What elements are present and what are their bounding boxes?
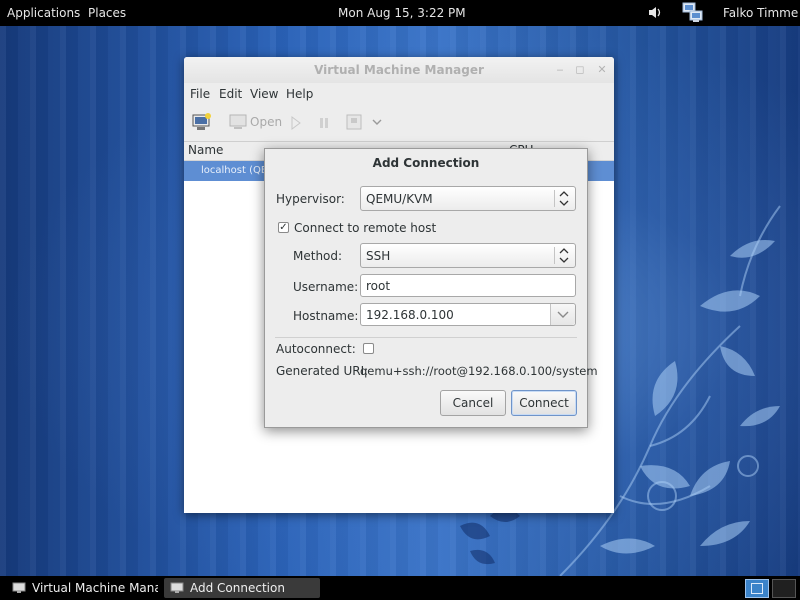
volume-icon[interactable] (648, 6, 662, 19)
menubar: File Edit View Help (184, 83, 614, 105)
connect-button[interactable]: Connect (511, 390, 577, 416)
cancel-button[interactable]: Cancel (440, 390, 506, 416)
pause-icon[interactable] (318, 116, 330, 130)
column-name[interactable]: Name (188, 143, 223, 157)
shutdown-icon[interactable] (346, 114, 362, 130)
task-label: Virtual Machine Mana... (32, 581, 158, 595)
menu-view[interactable]: View (250, 87, 278, 101)
open-console-icon[interactable] (229, 113, 247, 131)
method-label: Method: (293, 249, 343, 263)
hostname-value: 192.168.0.100 (366, 308, 454, 322)
monitor-icon (170, 582, 184, 593)
clock[interactable]: Mon Aug 15, 3:22 PM (338, 6, 466, 20)
remote-host-label[interactable]: Connect to remote host (294, 221, 436, 235)
menu-edit[interactable]: Edit (219, 87, 242, 101)
monitor-icon (12, 582, 26, 593)
dialog-title: Add Connection (372, 156, 480, 170)
username-label: Username: (293, 280, 359, 294)
separator (275, 337, 577, 338)
menu-help[interactable]: Help (286, 87, 313, 101)
maximize-icon[interactable]: ◻ (574, 64, 586, 76)
toolbar: Open (184, 105, 614, 142)
places-menu[interactable]: Places (88, 6, 126, 20)
close-icon[interactable]: ✕ (596, 64, 608, 76)
hostname-label: Hostname: (293, 309, 359, 323)
task-virtual-machine-manager[interactable]: Virtual Machine Mana... (6, 578, 158, 598)
minimize-icon[interactable]: ‒ (554, 64, 566, 76)
menu-file[interactable]: File (190, 87, 210, 101)
hypervisor-label: Hypervisor: (276, 192, 345, 206)
task-add-connection[interactable]: Add Connection (164, 578, 320, 598)
method-select[interactable]: SSH (360, 243, 576, 268)
method-value: SSH (366, 249, 391, 263)
autoconnect-label: Autoconnect: (276, 342, 356, 356)
workspace-switcher-1[interactable] (745, 579, 769, 598)
vmm-window-title: Virtual Machine Manager (184, 57, 614, 83)
top-panel: Applications Places Mon Aug 15, 3:22 PM … (0, 0, 800, 26)
chevron-updown-icon (559, 191, 569, 206)
username-value: root (366, 279, 391, 293)
network-icon[interactable] (682, 2, 704, 24)
chevron-down-icon (557, 311, 569, 318)
user-menu[interactable]: Falko Timme (723, 6, 798, 20)
uri-value: qemu+ssh://root@192.168.0.100/system (360, 364, 598, 378)
open-button[interactable]: Open (250, 115, 282, 129)
hostname-field[interactable]: 192.168.0.100 (360, 303, 576, 326)
run-icon[interactable] (290, 116, 302, 130)
workspace-switcher-2[interactable] (772, 579, 796, 598)
dropdown-arrow-icon[interactable] (372, 118, 382, 126)
chevron-updown-icon (559, 248, 569, 263)
hostname-dropdown-button[interactable] (550, 304, 575, 325)
add-connection-dialog: Add Connection Hypervisor: QEMU/KVM ✓ Co… (264, 148, 598, 428)
remote-host-checkbox[interactable]: ✓ (278, 222, 289, 233)
hypervisor-select[interactable]: QEMU/KVM (360, 186, 576, 211)
uri-label: Generated URI: (276, 364, 369, 378)
username-field[interactable]: root (360, 274, 576, 297)
hypervisor-value: QEMU/KVM (366, 192, 433, 206)
autoconnect-checkbox[interactable] (363, 343, 374, 354)
bottom-panel: Virtual Machine Mana... Add Connection (0, 576, 800, 600)
task-label: Add Connection (190, 581, 285, 595)
applications-menu[interactable]: Applications (7, 6, 80, 20)
new-vm-icon[interactable] (192, 112, 212, 132)
